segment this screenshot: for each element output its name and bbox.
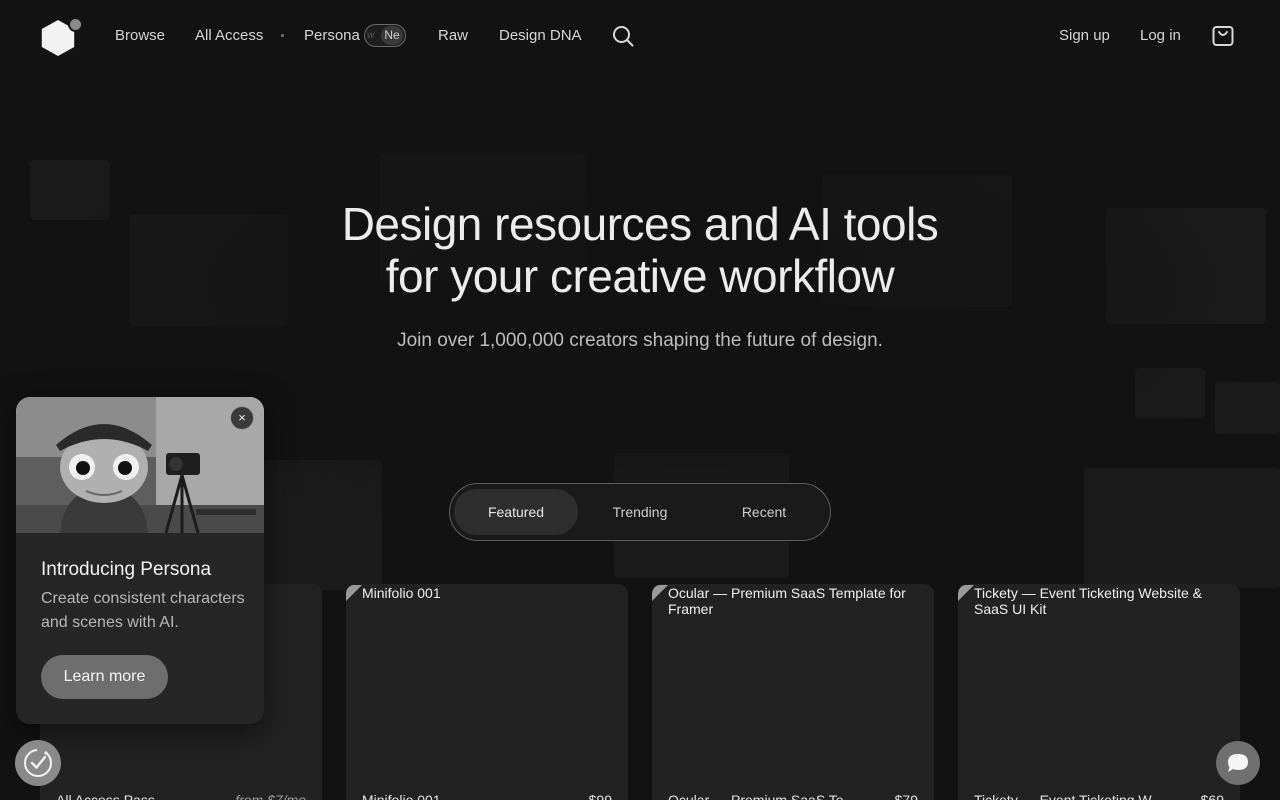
persona-illustration bbox=[16, 397, 264, 533]
popup-close-button[interactable]: × bbox=[230, 406, 254, 430]
new-badge: w Ne bbox=[364, 24, 406, 47]
tab-recent[interactable]: Recent bbox=[702, 489, 826, 535]
brand-logo[interactable] bbox=[40, 16, 86, 56]
product-image-alt-text: Tickety — Event Ticketing Website & SaaS… bbox=[958, 584, 1240, 617]
product-filter-tabs: Featured Trending Recent bbox=[449, 483, 831, 541]
product-name: Ocular — Premium SaaS Te bbox=[668, 792, 844, 800]
chat-support-button[interactable] bbox=[1216, 741, 1260, 785]
product-card-footer: Tickety — Event Ticketing W $69 bbox=[974, 792, 1224, 800]
product-price: $79 bbox=[894, 792, 918, 800]
chat-bubble-icon bbox=[1228, 754, 1248, 772]
nav-raw[interactable]: Raw bbox=[438, 27, 468, 45]
product-price: from $7/mo bbox=[235, 792, 306, 800]
product-card[interactable]: Ocular — Premium SaaS Template for Frame… bbox=[652, 584, 934, 800]
new-badge-label: Ne bbox=[381, 26, 403, 45]
new-badge-ghost-text: w bbox=[367, 30, 375, 41]
broken-image-icon bbox=[958, 585, 974, 601]
cookie-consent-button[interactable] bbox=[15, 740, 61, 786]
popup-title: Introducing Persona bbox=[41, 559, 212, 580]
nav-separator-dot bbox=[281, 34, 284, 37]
top-navigation: Browse All Access Persona w Ne Raw Desig… bbox=[0, 0, 1280, 72]
product-card[interactable]: Tickety — Event Ticketing Website & SaaS… bbox=[958, 584, 1240, 800]
learn-more-button[interactable]: Learn more bbox=[41, 655, 168, 699]
nav-browse[interactable]: Browse bbox=[115, 27, 165, 45]
hero-title-line-1: Design resources and AI tools bbox=[341, 198, 939, 250]
hero-title: Design resources and AI tools for your c… bbox=[0, 198, 1280, 302]
hero-section: Design resources and AI tools for your c… bbox=[0, 198, 1280, 352]
product-price: $99 bbox=[588, 792, 612, 800]
product-image-alt-text: Ocular — Premium SaaS Template for Frame… bbox=[652, 584, 934, 617]
product-image-alt-text: Minifolio 001 bbox=[346, 584, 628, 601]
product-card-footer: Minifolio 001 $99 bbox=[362, 792, 612, 800]
product-card-footer: All Access Pass from $7/mo bbox=[56, 792, 306, 800]
broken-image-icon bbox=[346, 585, 362, 601]
product-image-alt: Ocular — Premium SaaS Template for Frame… bbox=[668, 585, 906, 617]
persona-announcement-popup: × Introducing Persona Create consistent … bbox=[16, 397, 264, 724]
tab-featured[interactable]: Featured bbox=[454, 489, 578, 535]
product-image-alt: Minifolio 001 bbox=[362, 585, 441, 601]
product-image-alt: Tickety — Event Ticketing Website & SaaS… bbox=[974, 585, 1202, 617]
nav-sign-up[interactable]: Sign up bbox=[1059, 27, 1110, 45]
nav-all-access[interactable]: All Access bbox=[195, 27, 263, 45]
hero-title-line-2: for your creative workflow bbox=[385, 250, 895, 302]
cookie-check-icon bbox=[24, 749, 52, 777]
product-price: $69 bbox=[1200, 792, 1224, 800]
cart-icon[interactable] bbox=[1211, 24, 1235, 48]
hero-subtitle: Join over 1,000,000 creators shaping the… bbox=[397, 330, 883, 351]
nav-log-in[interactable]: Log in bbox=[1140, 27, 1181, 45]
product-name: Minifolio 001 bbox=[362, 792, 441, 800]
logo-dot-icon bbox=[68, 17, 83, 32]
product-card-footer: Ocular — Premium SaaS Te $79 bbox=[668, 792, 918, 800]
product-name: Tickety — Event Ticketing W bbox=[974, 792, 1152, 800]
tab-trending[interactable]: Trending bbox=[578, 489, 702, 535]
search-icon[interactable] bbox=[611, 24, 635, 48]
broken-image-icon bbox=[652, 585, 668, 601]
popup-description: Create consistent characters and scenes … bbox=[41, 590, 245, 631]
product-card[interactable]: Minifolio 001 Minifolio 001 $99 bbox=[346, 584, 628, 800]
nav-persona[interactable]: Persona bbox=[304, 27, 360, 45]
product-name: All Access Pass bbox=[56, 792, 155, 800]
nav-design-dna[interactable]: Design DNA bbox=[499, 27, 582, 45]
